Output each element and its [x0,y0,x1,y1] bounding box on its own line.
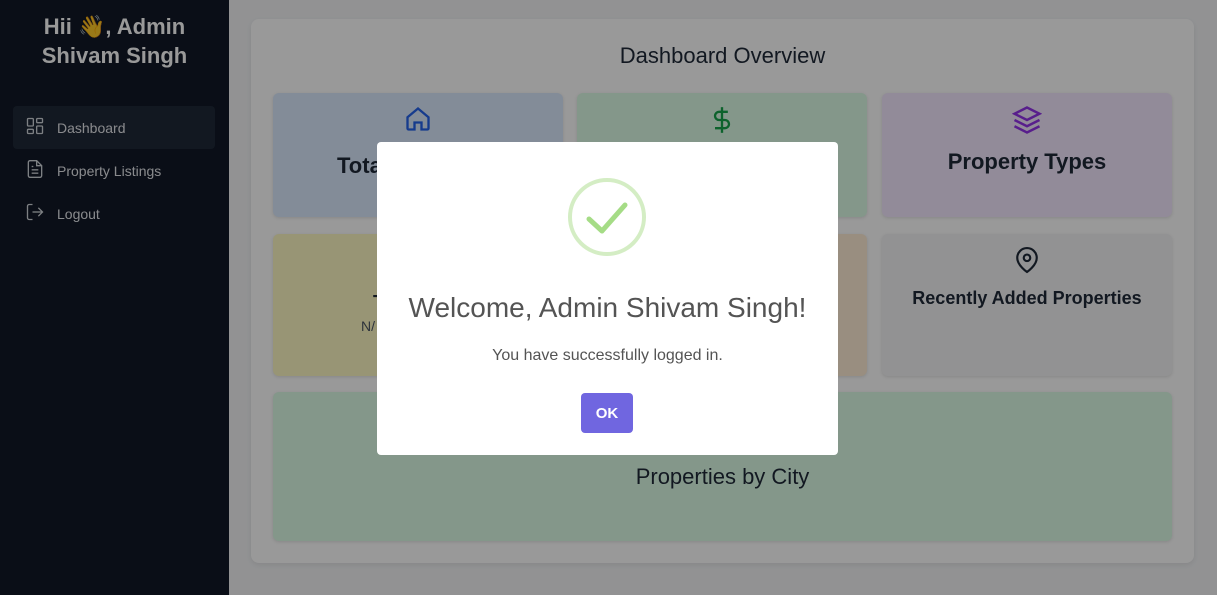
dialog-title: Welcome, Admin Shivam Singh! [408,292,807,323]
dialog-message: You have successfully logged in. [492,347,723,364]
ok-button[interactable]: OK [581,393,633,433]
welcome-dialog: Welcome, Admin Shivam Singh! You have su… [377,142,838,455]
